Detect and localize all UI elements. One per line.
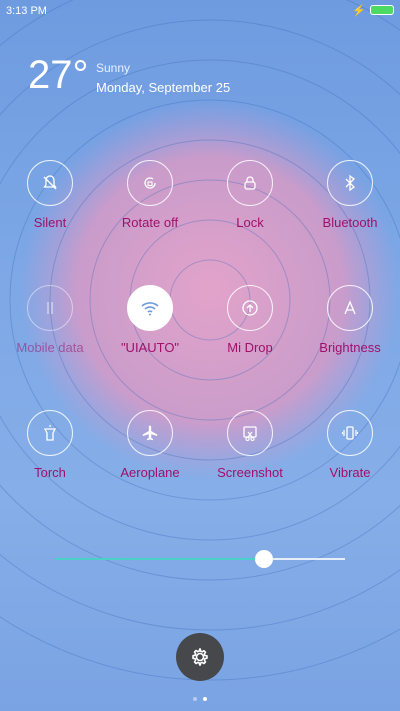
settings-button[interactable] [176, 633, 224, 681]
toggle-torch[interactable]: Torch [0, 410, 100, 480]
toggle-label: Brightness [319, 340, 381, 355]
toggle-label: Rotate off [121, 215, 179, 230]
toggle-aeroplane[interactable]: Aeroplane [100, 410, 200, 480]
airplane-icon [127, 410, 173, 456]
brightness-slider-thumb[interactable] [254, 550, 273, 568]
toggle-mi-drop[interactable]: Mi Drop [200, 285, 300, 355]
temperature: 27° [28, 53, 89, 97]
vibrate-icon [327, 410, 373, 456]
toggle-bluetooth[interactable]: Bluetooth [300, 160, 400, 230]
toggle-wifi[interactable]: "UIAUTO" [100, 285, 200, 355]
toggle-label: Mobile data [16, 340, 84, 355]
toggle-label: Torch [34, 465, 66, 480]
gear-icon [192, 648, 208, 666]
screenshot-icon [227, 410, 273, 456]
page-dot [193, 697, 197, 701]
toggle-mobile-data[interactable]: Mobile data [0, 285, 100, 355]
charging-icon: ⚡ [352, 5, 366, 17]
brightness-slider[interactable] [55, 550, 345, 568]
page-dot-active [203, 697, 207, 701]
mandala-wallpaper [0, 0, 400, 681]
toggle-label: Aeroplane [120, 465, 180, 480]
mobile-data-icon [27, 285, 73, 331]
toggle-label: Screenshot [217, 465, 283, 480]
bell-off-icon [27, 160, 73, 206]
brightness-auto-icon [327, 285, 373, 331]
toggle-label: Vibrate [329, 465, 371, 480]
toggle-silent[interactable]: Silent [0, 160, 100, 230]
toggle-label: Mi Drop [227, 340, 273, 355]
bluetooth-icon [327, 160, 373, 206]
status-time: 3:13 PM [6, 5, 47, 17]
status-bar: 3:13 PM ⚡ [0, 0, 400, 22]
toggle-label: Lock [236, 215, 264, 230]
date-label: Monday, September 25 [96, 80, 231, 95]
lock-icon [227, 160, 273, 206]
wifi-icon [127, 285, 173, 331]
toggle-brightness[interactable]: Brightness [300, 285, 400, 355]
toggle-vibrate[interactable]: Vibrate [300, 410, 400, 480]
rotate-lock-icon [127, 160, 173, 206]
battery-icon [370, 5, 394, 15]
toggle-rotate[interactable]: Rotate off [100, 160, 200, 230]
weather-widget[interactable]: 27° Sunny Monday, September 25 [28, 53, 230, 97]
toggle-lock[interactable]: Lock [200, 160, 300, 230]
toggle-screenshot[interactable]: Screenshot [200, 410, 300, 480]
toggle-label: Bluetooth [322, 215, 378, 230]
toggle-label: "UIAUTO" [120, 340, 180, 355]
page-indicator [0, 688, 400, 706]
toggle-label: Silent [33, 215, 67, 230]
mi-drop-icon [227, 285, 273, 331]
torch-icon [27, 410, 73, 456]
brightness-slider-fill [55, 558, 264, 560]
weather-condition: Sunny [96, 61, 131, 75]
